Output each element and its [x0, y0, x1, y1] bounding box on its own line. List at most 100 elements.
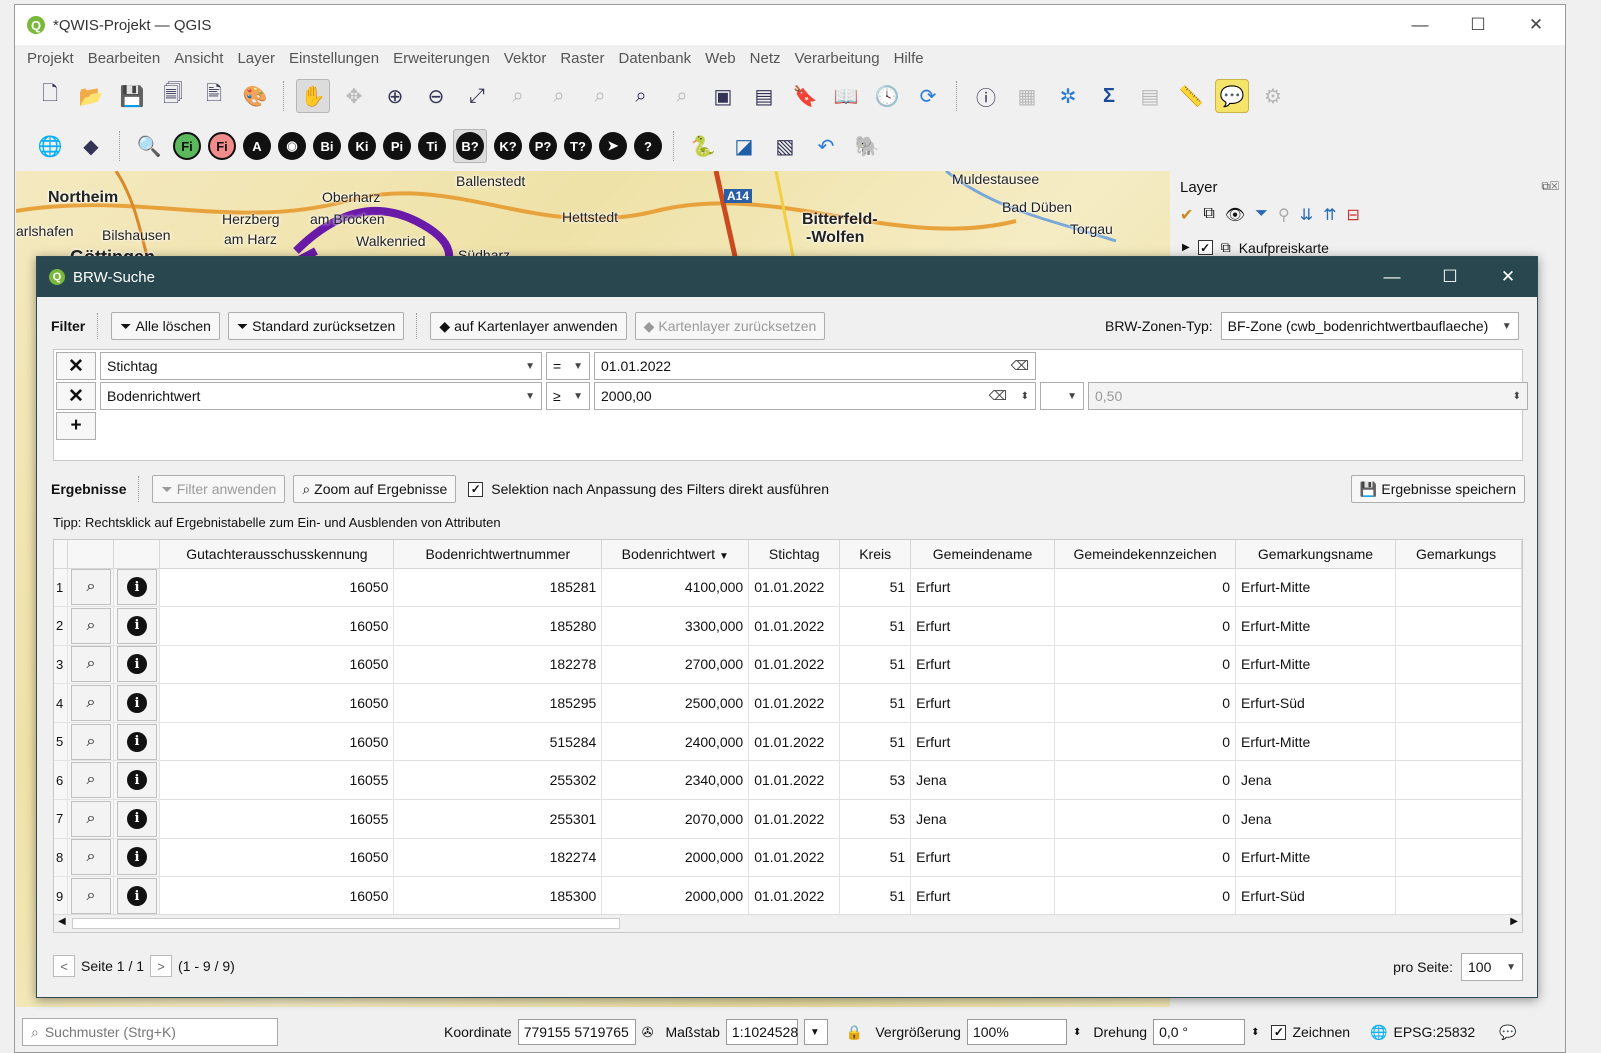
menu-erweiterungen[interactable]: Erweiterungen [393, 50, 490, 67]
expand-all-icon[interactable]: ⇊ [1300, 205, 1313, 225]
zoom-last-icon[interactable]: ⌕ [624, 79, 658, 113]
filter-legend-icon[interactable]: ⏷ [1255, 205, 1268, 225]
menu-vektor[interactable]: Vektor [504, 50, 547, 67]
clear-input-icon[interactable]: ⌫ [989, 388, 1007, 404]
feature-info-button[interactable]: i [116, 723, 157, 760]
feature-info-button[interactable]: i [116, 839, 157, 876]
zoom-in-icon[interactable]: ⊕ [378, 79, 412, 113]
new-project-icon[interactable]: 🗋 [33, 79, 67, 113]
remove-layer-icon[interactable]: ⊟ [1347, 205, 1360, 225]
layer-tree-item[interactable]: ▶ ✓ ⧉ Kaufpreiskarte [1182, 239, 1329, 256]
processing-gear-icon[interactable]: ✲ [1051, 79, 1085, 113]
diamond-layer-icon[interactable]: ◆ [74, 129, 108, 163]
menu-ansicht[interactable]: Ansicht [174, 50, 223, 67]
per-page-select[interactable]: 100 ▼ [1461, 953, 1523, 981]
save-results-button[interactable]: 💾 Ergebnisse speichern [1350, 475, 1525, 503]
bookmark-icon[interactable]: 🔖 [788, 79, 822, 113]
filter-field-select[interactable]: Stichtag ▼ [100, 352, 542, 380]
menu-hilfe[interactable]: Hilfe [894, 50, 924, 67]
prev-page-button[interactable]: < [53, 955, 75, 977]
layer-visibility-checkbox[interactable]: ✓ [1197, 240, 1213, 255]
style-manager-icon[interactable]: 🎨 [238, 79, 272, 113]
coordinate-field[interactable]: 779155 5719765 [517, 1019, 636, 1045]
menu-raster[interactable]: Raster [560, 50, 604, 67]
scale-field[interactable]: 1:1024528 [725, 1019, 798, 1045]
p-query-button[interactable]: P? [529, 132, 557, 160]
zoom-full-icon[interactable]: ⤢ [460, 79, 494, 113]
minimize-button[interactable]: — [1391, 15, 1449, 35]
spin-arrows-icon[interactable]: ⬍ [1513, 391, 1521, 402]
python-icon[interactable]: 🐍 [686, 129, 720, 163]
table-row[interactable]: 1 ⌕ i 16050 185281 4100,000 01.01.2022 51 Erfurt… [54, 568, 1522, 608]
next-page-button[interactable]: > [150, 955, 173, 977]
open-folder-icon[interactable]: 📂 [74, 79, 108, 113]
scroll-left-icon[interactable]: ◀ [58, 916, 66, 927]
clear-input-icon[interactable]: ⌫ [1011, 358, 1029, 374]
reset-default-button[interactable]: ⏷ Standard zurücksetzen [227, 312, 405, 340]
zoom-to-feature-icon[interactable]: ⌕ [70, 607, 111, 644]
apply-filter-button[interactable]: ⏷ Filter anwenden [152, 475, 286, 503]
feature-info-button[interactable]: i [116, 762, 157, 799]
style-brush-icon[interactable]: ✔ [1180, 205, 1193, 225]
b-button[interactable]: Bi [313, 132, 341, 160]
zoom-to-feature-icon[interactable]: ⌕ [70, 646, 111, 683]
zoom-to-feature-icon[interactable]: ⌕ [70, 685, 111, 722]
camera-icon[interactable]: ◉ [278, 132, 306, 160]
column-header[interactable]: Gemarkungs [1395, 540, 1522, 569]
t-query-button[interactable]: T? [564, 132, 592, 160]
refresh-icon[interactable]: ⟳ [911, 79, 945, 113]
reset-map-layer-button[interactable]: ◆ Kartenlayer zurücksetzen [634, 312, 826, 340]
table-row[interactable]: 7 ⌕ i 16055 255301 2070,000 01.01.2022 53 Jena 0 J… [54, 799, 1522, 839]
table-row[interactable]: 6 ⌕ i 16055 255302 2340,000 01.01.2022 53 Jena 0 J… [54, 760, 1522, 801]
locator-icon[interactable]: ⚙ [1256, 79, 1290, 113]
k-query-button[interactable]: K? [494, 132, 522, 160]
column-header[interactable]: Gemeindekennzeichen [1054, 540, 1237, 569]
compass-icon[interactable]: ➤ [599, 132, 627, 160]
k-button[interactable]: Ki [348, 132, 376, 160]
zoom-to-feature-icon[interactable]: ⌕ [70, 800, 111, 837]
table-row[interactable]: 2 ⌕ i 16050 185280 3300,000 01.01.2022 51 Erfurt… [54, 606, 1522, 646]
t-button[interactable]: Ti [418, 132, 446, 160]
menu-verarbeitung[interactable]: Verarbeitung [795, 50, 880, 67]
b-query-button-wrap[interactable]: B? [453, 129, 487, 163]
render-checkbox[interactable]: ✓ [1271, 1024, 1287, 1040]
zoom-to-results-button[interactable]: ⌕ Zoom auf Ergebnisse [293, 475, 457, 503]
feature-info-button[interactable]: i [116, 569, 157, 606]
fi-green-button[interactable]: Fi [173, 132, 201, 160]
filter-operator-select[interactable]: ≥ ▼ [546, 382, 590, 410]
menu-layer[interactable]: Layer [237, 50, 275, 67]
scroll-right-icon[interactable]: ▶ [1510, 916, 1518, 927]
expand-arrow-icon[interactable]: ▶ [1182, 242, 1190, 253]
menu-web[interactable]: Web [705, 50, 736, 67]
menu-datenbank[interactable]: Datenbank [619, 50, 692, 67]
spin-arrows-icon[interactable]: ⬍ [1021, 391, 1029, 402]
column-header[interactable]: Gemarkungsname [1235, 540, 1396, 569]
zoom-selection-icon[interactable]: ⌕ [501, 79, 535, 113]
filter-expression-icon[interactable]: ⚲ [1278, 205, 1290, 225]
a-button[interactable]: A [243, 132, 271, 160]
show-bookmarks-icon[interactable]: 📖 [829, 79, 863, 113]
zone-type-select[interactable]: BF-Zone (cwb_bodenrichtwertbauflaeche) ▼ [1220, 312, 1519, 340]
manage-visibility-eye-icon[interactable]: 👁 [1225, 205, 1245, 225]
magnifier-field[interactable]: 100% [966, 1019, 1067, 1045]
map-frame-icon[interactable]: ▧ [768, 129, 802, 163]
p-button[interactable]: Pi [383, 132, 411, 160]
zoom-to-feature-icon[interactable]: ⌕ [70, 878, 111, 915]
feature-info-button[interactable]: i [116, 800, 157, 837]
auto-select-checkbox[interactable]: ✓ [468, 481, 484, 497]
lock-icon[interactable]: 🔒 [846, 1024, 863, 1041]
zoom-next-icon[interactable]: ⌕ [665, 79, 699, 113]
table-row[interactable]: 4 ⌕ i 16050 185295 2500,000 01.01.2022 51 Erfurt… [54, 683, 1522, 723]
search-icon[interactable]: 🔍 [132, 129, 166, 163]
zoom-to-feature-icon[interactable]: ⌕ [70, 569, 111, 606]
close-button[interactable]: ✕ [1507, 15, 1565, 35]
pan-to-selection-icon[interactable]: ✥ [337, 79, 371, 113]
new-map-view-icon[interactable]: ▣ [706, 79, 740, 113]
save-as-icon[interactable]: 🗐 [156, 79, 190, 113]
feature-info-button[interactable]: i [116, 607, 157, 644]
identify-icon[interactable]: ⓘ [969, 79, 1003, 113]
remove-filter-icon[interactable]: ✕ [56, 352, 96, 380]
temporal-controller-icon[interactable]: 🕓 [870, 79, 904, 113]
apply-to-map-layer-button[interactable]: ◆ auf Kartenlayer anwenden [430, 312, 627, 340]
dialog-minimize-button[interactable]: — [1363, 267, 1421, 287]
